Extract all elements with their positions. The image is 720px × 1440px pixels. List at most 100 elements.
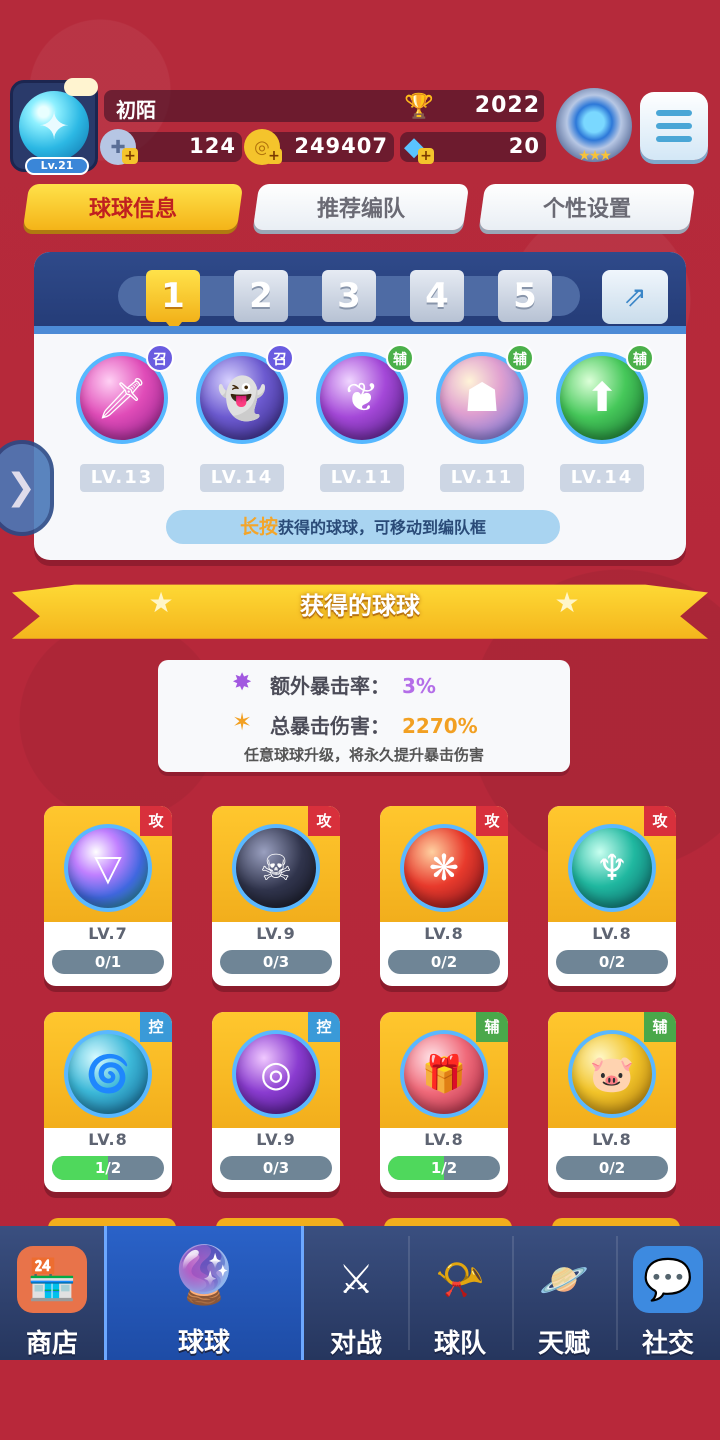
ball-card[interactable]: 🐷 辅 LV.8 0/2 (548, 1012, 676, 1192)
role-tag: 攻 (140, 806, 172, 836)
upgrade-progress-bar: 0/2 (556, 950, 668, 974)
extra-crit-rate-value: 3% (402, 674, 436, 698)
star-icon: ★ (148, 586, 174, 619)
add-resource-plus-icon[interactable]: + (122, 148, 138, 164)
coin-value: 249407 (294, 134, 388, 158)
side-arrow-icon[interactable]: ❯ (0, 440, 54, 536)
gift-icon: 🎁 (400, 1030, 488, 1118)
team-slot-5[interactable]: 5 (498, 270, 552, 322)
trident-icon: ♆ (568, 824, 656, 912)
gem-bar[interactable]: ◆ + 20 (400, 132, 546, 164)
team-ball-level: LV.13 (80, 464, 164, 492)
crit-info-panel: ✸ 额外暴击率： 3% ✶ 总暴击伤害： 2270% 任意球球升级，将永久提升暴击伤… (158, 660, 570, 772)
total-crit-damage-row: 总暴击伤害： 2270% (270, 710, 478, 739)
ball-card[interactable]: ☠ 攻 LV.9 0/3 (212, 806, 340, 986)
role-tag: 攻 (308, 806, 340, 836)
avatar-orb-icon: ✦ (19, 91, 89, 161)
menu-button[interactable] (640, 92, 708, 160)
upgrade-progress-bar: 1/2 (52, 1156, 164, 1180)
card-level: LV.8 (424, 1130, 464, 1149)
team-ball-2[interactable]: 👻 召 (192, 344, 294, 454)
share-button[interactable]: ⇗ (602, 270, 668, 324)
role-tag: 辅 (626, 344, 654, 372)
team-ball-5[interactable]: ⬆ 辅 (552, 344, 654, 454)
card-level: LV.8 (424, 924, 464, 943)
resource-1-value: 124 (189, 134, 236, 158)
prism-icon: ▽ (64, 824, 152, 912)
add-coin-plus-icon[interactable]: + (266, 148, 282, 164)
progress-text: 0/2 (430, 953, 458, 971)
rank-badge-icon[interactable]: ★★★ (556, 88, 632, 164)
team-slot-1[interactable]: 1 (146, 270, 200, 332)
section-title: 获得的球球 (300, 592, 420, 620)
cloud-decoration-icon (64, 78, 98, 96)
tab-ball-info[interactable]: 球球信息 (22, 184, 244, 230)
portal-icon: ◎ (232, 1030, 320, 1118)
ball-card[interactable]: ▽ 攻 LV.7 0/1 (44, 806, 172, 986)
player-name: 初陌 (116, 98, 156, 122)
role-tag: 攻 (644, 806, 676, 836)
swirl-icon: 🌀 (64, 1030, 152, 1118)
nav-balls[interactable]: 🔮 球球 (104, 1226, 304, 1360)
card-level: LV.8 (592, 924, 632, 943)
piggy-bank-icon: 🐷 (568, 1030, 656, 1118)
team-panel: 1 2 3 4 5 ⇗ 🗡 召 👻 召 ❦ 辅 ☗ 辅 ⬆ 辅 LV.13 LV… (34, 252, 686, 560)
ball-card[interactable]: ◎ 控 LV.9 0/3 (212, 1012, 340, 1192)
total-crit-damage-value: 2270% (402, 714, 478, 738)
team-ball-level: LV.11 (320, 464, 404, 492)
role-tag: 攻 (476, 806, 508, 836)
chat-heart-icon: 💬 (633, 1246, 703, 1313)
shop-icon: 🏪 (17, 1246, 87, 1313)
progress-text: 0/1 (94, 953, 122, 971)
resource-bar-1[interactable]: ✚ + 124 (100, 129, 242, 165)
drag-hint: 长按获得的球球，可移动到编队框 (166, 510, 560, 544)
team-ball-1[interactable]: 🗡 召 (72, 344, 174, 454)
team-slot-3[interactable]: 3 (322, 270, 376, 322)
add-gem-plus-icon[interactable]: + (418, 148, 434, 164)
team-ball-level: LV.14 (200, 464, 284, 492)
ball-card[interactable]: 🎁 辅 LV.8 1/2 (380, 1012, 508, 1192)
coin-bar[interactable]: ◎ + 249407 (244, 129, 394, 165)
ball-card[interactable]: ❋ 攻 LV.8 0/2 (380, 806, 508, 986)
role-tag: 控 (140, 1012, 172, 1042)
crit-damage-icon: ✶ (231, 708, 253, 736)
nav-battle[interactable]: ⚔ 对战 (304, 1226, 408, 1360)
tab-personal-settings[interactable]: 个性设置 (478, 184, 696, 230)
progress-text: 0/2 (598, 953, 626, 971)
player-level-badge: Lv.21 (25, 157, 89, 175)
role-tag: 召 (146, 344, 174, 372)
phoenix-icon: ❋ (400, 824, 488, 912)
team-slot-2[interactable]: 2 (234, 270, 288, 322)
progress-text: 0/3 (262, 953, 290, 971)
share-icon: ⇗ (623, 280, 647, 313)
venom-icon: ☠ (232, 824, 320, 912)
team-ball-4[interactable]: ☗ 辅 (432, 344, 534, 454)
trophy-count: 2022 (474, 93, 540, 118)
planet-icon: 🪐 (539, 1257, 589, 1303)
upgrade-progress-bar: 1/2 (388, 1156, 500, 1180)
team-slot-header: 1 2 3 4 5 ⇗ (34, 252, 686, 334)
tab-recommended-team[interactable]: 推荐编队 (252, 184, 470, 230)
upgrade-progress-bar: 0/2 (556, 1156, 668, 1180)
team-slot-4[interactable]: 4 (410, 270, 464, 322)
ball-card[interactable]: 🌀 控 LV.8 1/2 (44, 1012, 172, 1192)
bottom-nav: 🏪 商店 🔮 球球 ⚔ 对战 📯 球队 🪐 天赋 💬 社交 (0, 1226, 720, 1360)
progress-text: 1/2 (94, 1159, 122, 1177)
player-name-bar: 初陌 🏆 2022 (104, 90, 544, 122)
role-tag: 辅 (386, 344, 414, 372)
role-tag: 辅 (644, 1012, 676, 1042)
role-tag: 召 (266, 344, 294, 372)
extra-crit-rate-row: 额外暴击率： 3% (270, 670, 436, 699)
card-level: LV.8 (88, 1130, 128, 1149)
ball-card[interactable]: ♆ 攻 LV.8 0/2 (548, 806, 676, 986)
nav-team[interactable]: 📯 球队 (408, 1226, 512, 1360)
gem-value: 20 (508, 134, 540, 158)
hint-emphasis: 长按 (239, 516, 278, 538)
nav-shop[interactable]: 🏪 商店 (0, 1226, 104, 1360)
bottom-strip (0, 1360, 720, 1440)
team-ball-3[interactable]: ❦ 辅 (312, 344, 414, 454)
progress-text: 0/2 (598, 1159, 626, 1177)
crossed-swords-icon: ⚔ (338, 1256, 374, 1303)
nav-talent[interactable]: 🪐 天赋 (512, 1226, 616, 1360)
nav-social[interactable]: 💬 社交 (616, 1226, 720, 1360)
